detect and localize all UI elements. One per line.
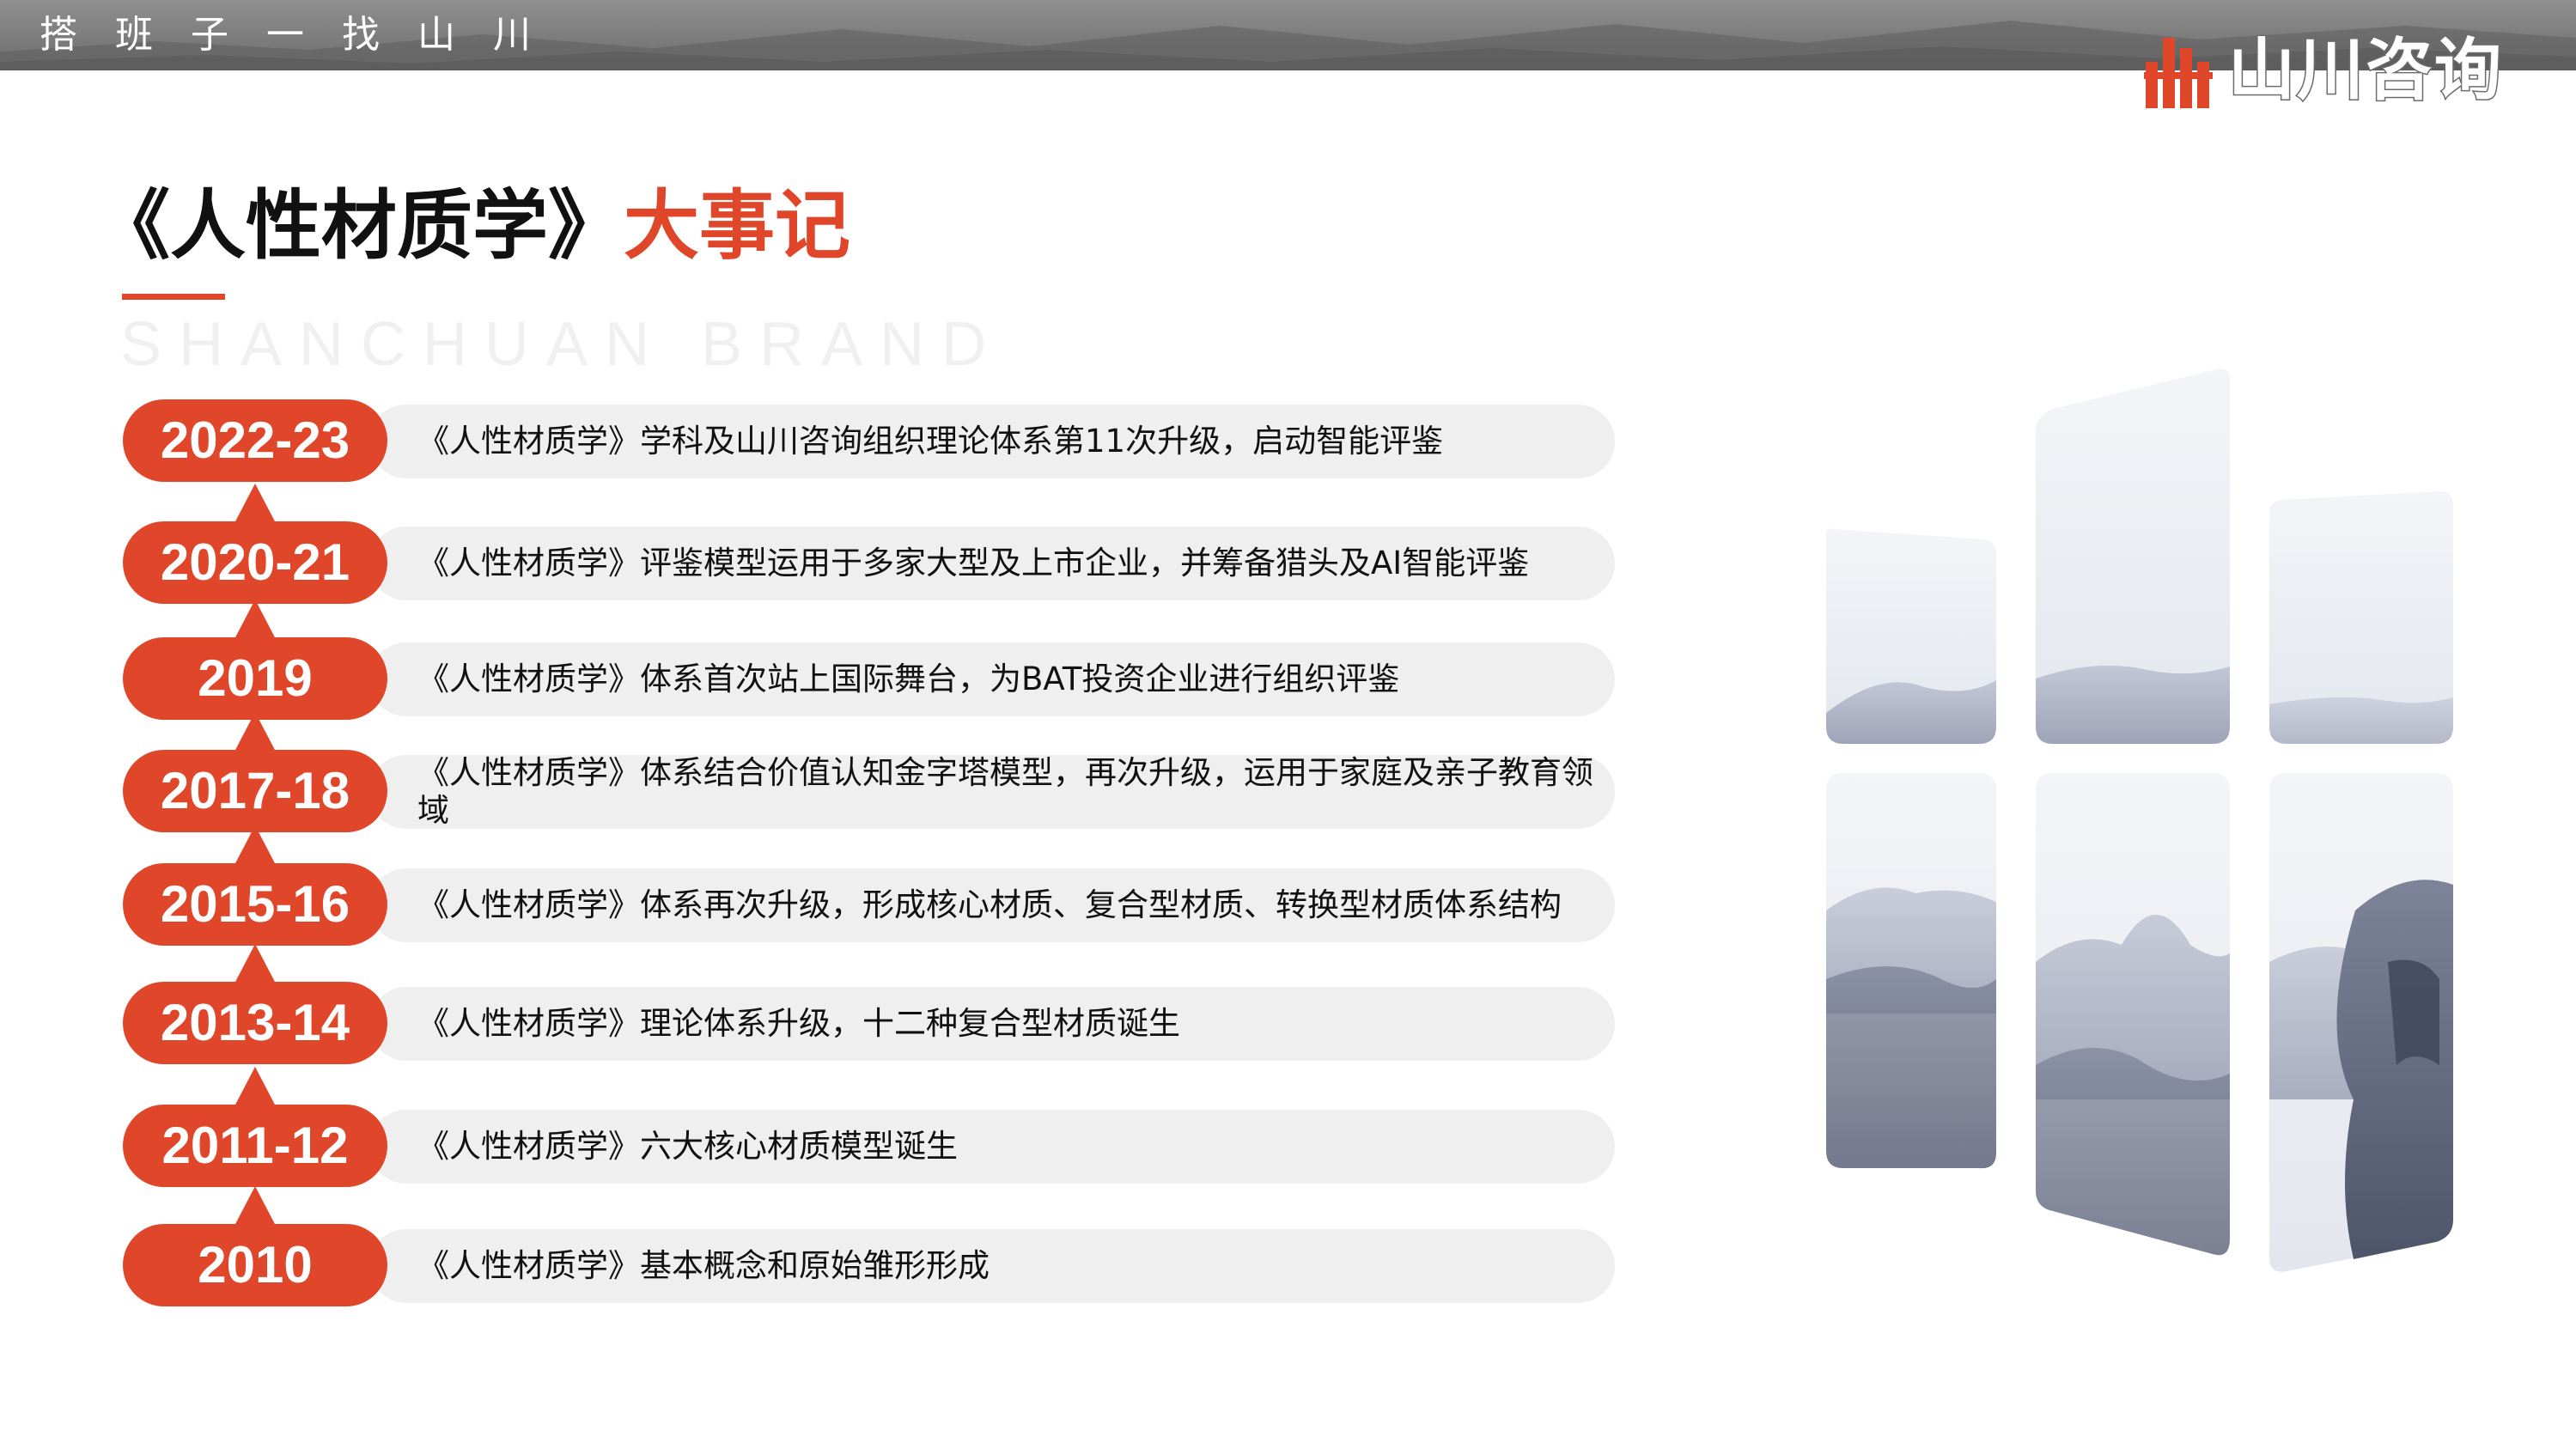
year-badge: 2017-18 xyxy=(123,712,387,832)
event-text: 《人性材质学》体系再次升级，形成核心材质、复合型材质、转换型材质体系结构 xyxy=(417,886,1562,923)
timeline-row: 《人性材质学》六大核心材质模型诞生 2011-12 xyxy=(0,1067,1632,1187)
logo-text: 山川咨询 xyxy=(2226,31,2504,111)
timeline-row: 《人性材质学》理论体系升级，十二种复合型材质诞生 2013-14 xyxy=(0,944,1632,1064)
ink-mountain-tiles-icon xyxy=(1826,368,2453,1272)
timeline-row: 《人性材质学》评鉴模型运用于多家大型及上市企业，并筹备猎头及AI智能评鉴 202… xyxy=(0,484,1632,604)
year-badge: 2022-23 xyxy=(123,399,387,482)
event-text: 《人性材质学》理论体系升级，十二种复合型材质诞生 xyxy=(417,1005,1180,1042)
tile-bottom-right xyxy=(2269,773,2453,1272)
event-text: 《人性材质学》基本概念和原始雏形形成 xyxy=(417,1247,990,1284)
event-text: 《人性材质学》体系首次站上国际舞台，为BAT投资企业进行组织评鉴 xyxy=(417,661,1400,697)
timeline-row: 《人性材质学》体系首次站上国际舞台，为BAT投资企业进行组织评鉴 2019 xyxy=(0,600,1632,720)
year-badge: 2020-21 xyxy=(123,484,387,604)
year-badge: 2011-12 xyxy=(123,1067,387,1187)
tile-top-left xyxy=(1826,528,1996,744)
tile-bottom-middle xyxy=(2036,773,2230,1256)
tile-bottom-left xyxy=(1826,773,1996,1169)
timeline-row: 《人性材质学》体系结合价值认知金字塔模型，再次升级，运用于家庭及亲子教育领域 2… xyxy=(0,712,1632,832)
event-text: 《人性材质学》体系结合价值认知金字塔模型，再次升级，运用于家庭及亲子教育领域 xyxy=(417,754,1593,829)
event-text: 《人性材质学》学科及山川咨询组织理论体系第11次升级，启动智能评鉴 xyxy=(417,423,1444,460)
tile-top-middle xyxy=(2036,368,2230,744)
timeline: 《人性材质学》学科及山川咨询组织理论体系第11次升级，启动智能评鉴 2022-2… xyxy=(0,0,1632,1449)
timeline-row: 《人性材质学》学科及山川咨询组织理论体系第11次升级，启动智能评鉴 2022-2… xyxy=(0,399,1632,482)
brand-logo: 山川咨询 xyxy=(2144,27,2522,113)
timeline-row: 《人性材质学》体系再次升级，形成核心材质、复合型材质、转换型材质体系结构 201… xyxy=(0,825,1632,946)
year-badge: 2019 xyxy=(123,600,387,720)
year-badge: 2010 xyxy=(123,1186,387,1306)
tile-top-right xyxy=(2269,491,2453,744)
year-badge: 2013-14 xyxy=(123,944,387,1064)
year-badge: 2015-16 xyxy=(123,825,387,946)
timeline-row: 《人性材质学》基本概念和原始雏形形成 2010 xyxy=(0,1186,1632,1306)
event-text: 《人性材质学》六大核心材质模型诞生 xyxy=(417,1128,958,1165)
event-text: 《人性材质学》评鉴模型运用于多家大型及上市企业，并筹备猎头及AI智能评鉴 xyxy=(417,545,1530,581)
bar-chart-logo-icon xyxy=(2144,38,2213,108)
